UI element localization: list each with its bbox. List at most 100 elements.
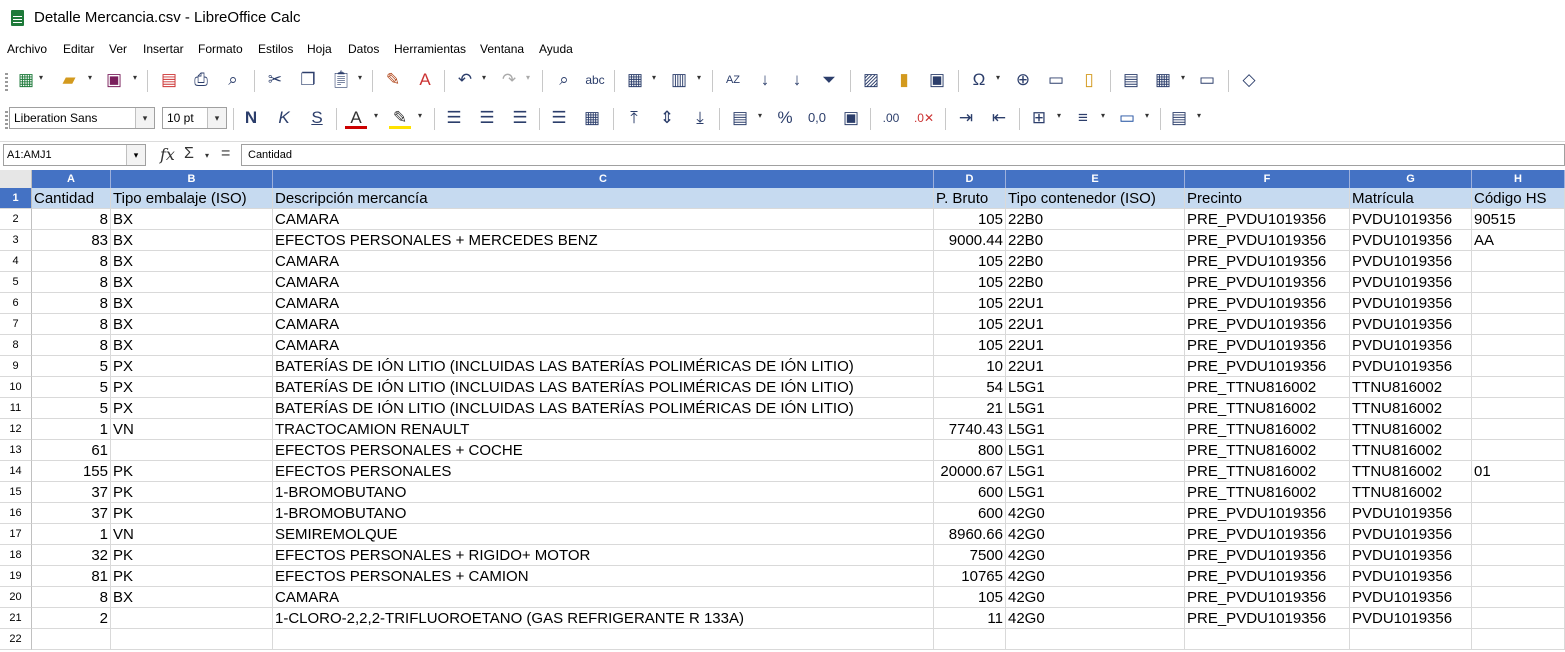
column-header-e[interactable]: E [1006,170,1185,188]
cell-e22[interactable] [1006,629,1185,650]
cell-a16[interactable]: 37 [32,503,111,524]
cell-h19[interactable] [1472,566,1565,587]
cell-h6[interactable] [1472,293,1565,314]
define-print-area-icon[interactable]: ▤ [1120,69,1142,91]
cell-b3[interactable]: BX [111,230,273,251]
cell-d20[interactable]: 105 [934,587,1006,608]
column-header-d[interactable]: D [934,170,1006,188]
cell-e7[interactable]: 22U1 [1006,314,1185,335]
cell-a3[interactable]: 83 [32,230,111,251]
insert-chart-icon[interactable]: ▮ [893,69,915,91]
font-name-select[interactable]: Liberation Sans ▾ [9,107,155,129]
sort-icon[interactable]: AZ [722,69,744,91]
column-header-c[interactable]: C [273,170,934,188]
cell-g8[interactable]: PVDU1019356 [1350,335,1472,356]
cell-a20[interactable]: 8 [32,587,111,608]
column-icon[interactable]: ▥ [668,69,690,91]
redo-dropdown-icon[interactable]: ▾ [526,73,530,82]
cell-e5[interactable]: 22B0 [1006,272,1185,293]
cell-b8[interactable]: BX [111,335,273,356]
italic-icon[interactable]: K [273,107,295,129]
cell-g6[interactable]: PVDU1019356 [1350,293,1472,314]
cell-a18[interactable]: 32 [32,545,111,566]
cell-a5[interactable]: 8 [32,272,111,293]
toolbar-grip[interactable] [5,71,8,91]
cell-c22[interactable] [273,629,934,650]
currency-dropdown-icon[interactable]: ▾ [758,111,762,120]
cell-c13[interactable]: EFECTOS PERSONALES + COCHE [273,440,934,461]
cell-a11[interactable]: 5 [32,398,111,419]
cell-a7[interactable]: 8 [32,314,111,335]
cell-c4[interactable]: CAMARA [273,251,934,272]
column-header-b[interactable]: B [111,170,273,188]
cell-c5[interactable]: CAMARA [273,272,934,293]
column-header-g[interactable]: G [1350,170,1472,188]
save-dropdown-icon[interactable]: ▾ [133,73,137,82]
cell-a1[interactable]: Cantidad [32,188,111,209]
name-box[interactable]: A1:AMJ1 ▾ [3,144,146,166]
cell-f8[interactable]: PRE_PVDU1019356 [1185,335,1350,356]
row-header[interactable]: 10 [0,377,32,398]
cell-d15[interactable]: 600 [934,482,1006,503]
menu-ayuda[interactable]: Ayuda [539,42,573,56]
cell-d14[interactable]: 20000.67 [934,461,1006,482]
cell-a10[interactable]: 5 [32,377,111,398]
row-header[interactable]: 15 [0,482,32,503]
cell-f19[interactable]: PRE_PVDU1019356 [1185,566,1350,587]
cell-f22[interactable] [1185,629,1350,650]
spelling-icon[interactable]: abc [584,69,606,91]
cell-a21[interactable]: 2 [32,608,111,629]
cell-c3[interactable]: EFECTOS PERSONALES + MERCEDES BENZ [273,230,934,251]
cell-a9[interactable]: 5 [32,356,111,377]
cell-b2[interactable]: BX [111,209,273,230]
cell-h3[interactable]: AA [1472,230,1565,251]
row-header[interactable]: 7 [0,314,32,335]
menu-datos[interactable]: Datos [348,42,379,56]
paste-icon[interactable]: 📋︎ [330,69,352,91]
menu-ver[interactable]: Ver [109,42,127,56]
cell-b15[interactable]: PK [111,482,273,503]
cell-g18[interactable]: PVDU1019356 [1350,545,1472,566]
cell-a8[interactable]: 8 [32,335,111,356]
font-color-icon[interactable]: A [345,107,367,129]
special-character-dropdown-icon[interactable]: ▾ [996,73,1000,82]
chevron-down-icon[interactable]: ▾ [135,108,154,128]
menu-insertar[interactable]: Insertar [143,42,184,56]
cell-g10[interactable]: TTNU816002 [1350,377,1472,398]
sort-ascending-icon[interactable]: ↓ [754,69,776,91]
conditional-format-dropdown-icon[interactable]: ▾ [1197,111,1201,120]
cell-f14[interactable]: PRE_TTNU816002 [1185,461,1350,482]
underline-icon[interactable]: S [306,107,328,129]
percent-format-icon[interactable]: % [774,107,796,129]
cell-b9[interactable]: PX [111,356,273,377]
cell-f17[interactable]: PRE_PVDU1019356 [1185,524,1350,545]
cell-c10[interactable]: BATERÍAS DE IÓN LITIO (INCLUIDAS LAS BAT… [273,377,934,398]
formula-icon[interactable]: = [221,145,230,163]
headers-footers-icon[interactable]: ▯ [1078,69,1100,91]
insert-image-icon[interactable]: ▨ [860,69,882,91]
cell-h10[interactable] [1472,377,1565,398]
cell-a14[interactable]: 155 [32,461,111,482]
column-header-h[interactable]: H [1472,170,1565,188]
cell-f13[interactable]: PRE_TTNU816002 [1185,440,1350,461]
cell-b5[interactable]: BX [111,272,273,293]
cell-a22[interactable] [32,629,111,650]
row-icon[interactable]: ▦ [624,69,646,91]
cell-c17[interactable]: SEMIREMOLQUE [273,524,934,545]
menu-formato[interactable]: Formato [198,42,243,56]
paste-dropdown-icon[interactable]: ▾ [358,73,362,82]
cell-h7[interactable] [1472,314,1565,335]
cell-h11[interactable] [1472,398,1565,419]
undo-dropdown-icon[interactable]: ▾ [482,73,486,82]
decrease-indent-icon[interactable]: ⇤ [988,107,1010,129]
new-document-icon[interactable]: ▦ [15,69,37,91]
add-decimal-icon[interactable]: .00 [880,107,902,129]
menu-hoja[interactable]: Hoja [307,42,332,56]
cell-b12[interactable]: VN [111,419,273,440]
row-header[interactable]: 20 [0,587,32,608]
cell-d16[interactable]: 600 [934,503,1006,524]
sort-descending-icon[interactable]: ↓ [786,69,808,91]
select-all-corner[interactable] [0,170,32,188]
border-style-icon[interactable]: ≡ [1072,107,1094,129]
comment-icon[interactable]: ▭ [1045,69,1067,91]
